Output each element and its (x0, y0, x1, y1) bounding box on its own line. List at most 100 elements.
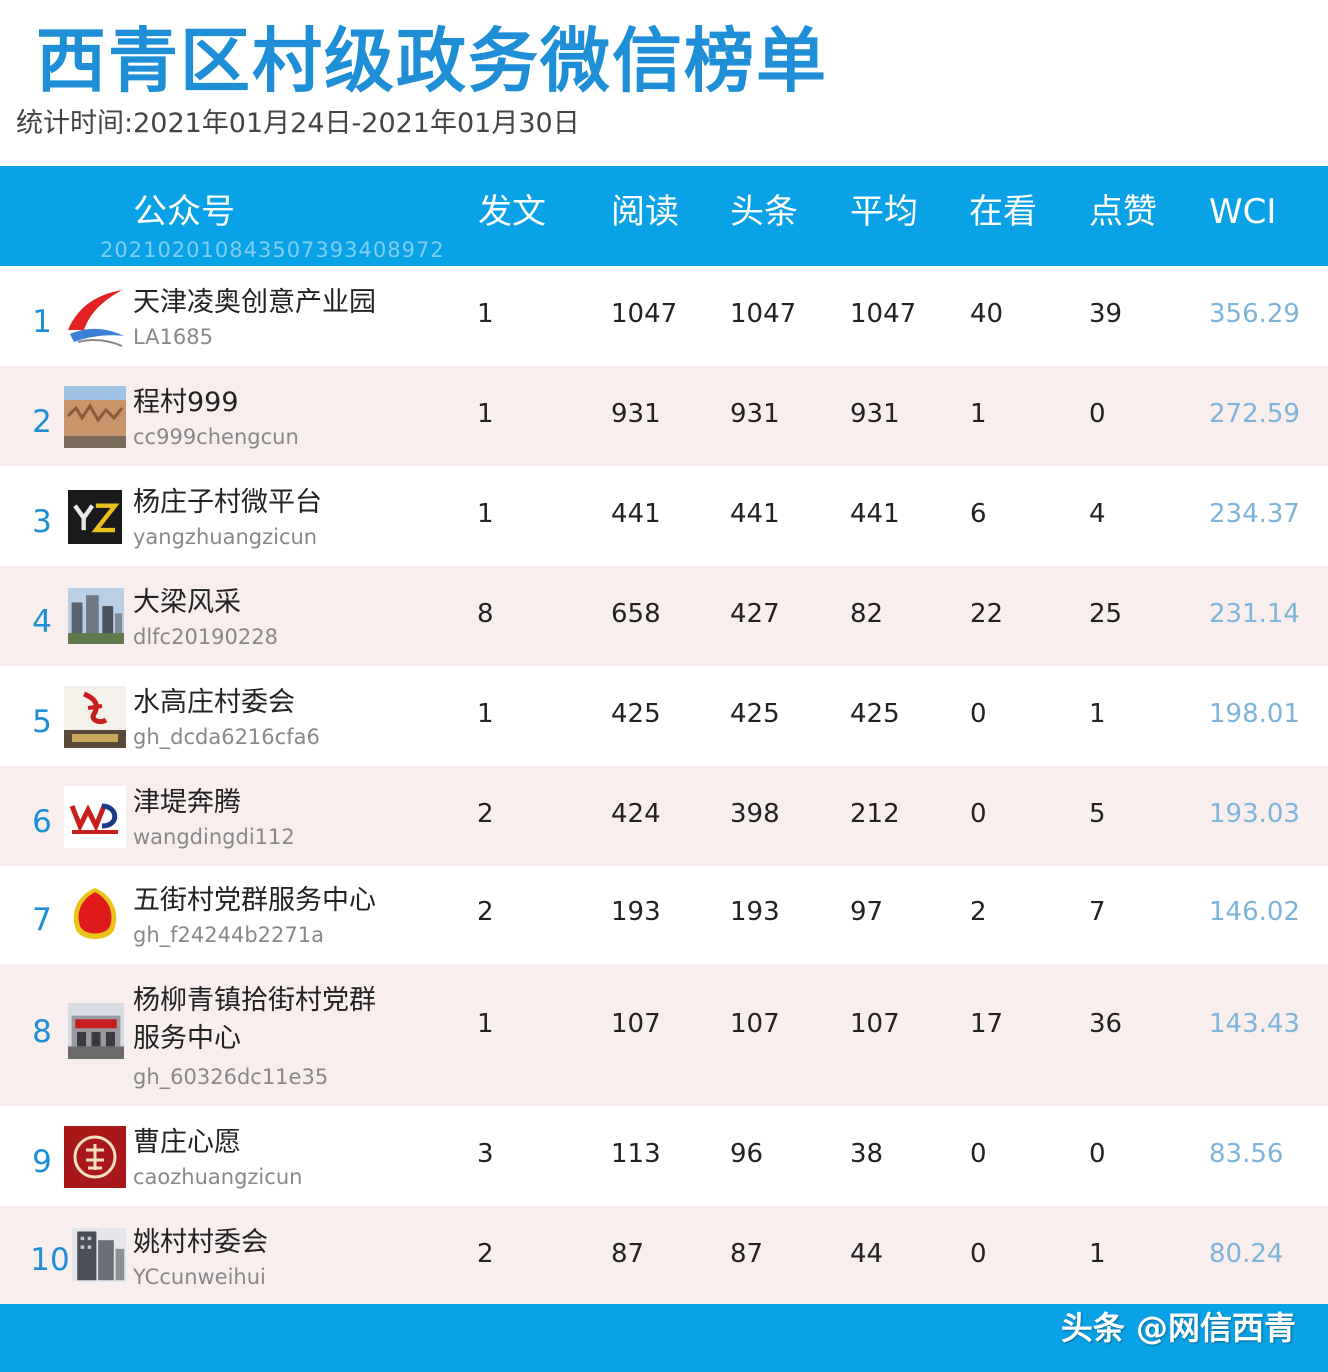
account-name: 程村999 (133, 387, 239, 418)
swoosh-logo-icon (64, 286, 126, 348)
wci-value: 356.29 (1209, 299, 1300, 329)
table-row[interactable]: 5 水高庄村委会 gh_dcda6216cfa6 1 425 425 425 0… (0, 666, 1328, 766)
storefront-photo-icon (68, 1002, 124, 1060)
likes-value: 7 (1089, 897, 1106, 927)
watching-value: 0 (970, 1139, 987, 1169)
account-name: 大梁风采 (133, 587, 241, 618)
watching-value: 22 (970, 599, 1004, 629)
page-title: 西青区村级政务微信榜单 (36, 20, 828, 102)
watching-value: 0 (970, 1239, 987, 1269)
table-row[interactable]: 3 杨庄子村微平台 yangzhuangzicun 1 441 441 441 … (0, 466, 1328, 566)
average-value: 212 (850, 799, 900, 829)
wdd-logo-icon (64, 786, 126, 848)
header-account: 公众号 (133, 192, 235, 232)
likes-value: 39 (1089, 299, 1123, 329)
posts-value: 1 (477, 499, 494, 529)
account-name: 天津凌奥创意产业园 (133, 287, 376, 318)
posts-value: 2 (477, 1239, 494, 1269)
red-emblem-icon (64, 884, 126, 946)
rank: 6 (32, 804, 52, 840)
headline-value: 931 (730, 399, 780, 429)
table-row[interactable]: 8 杨柳青镇拾街村党群 服务中心 gh_60326dc11e35 1 107 1… (0, 964, 1328, 1106)
headline-value: 425 (730, 699, 780, 729)
header-posts: 发文 (478, 192, 546, 232)
headline-value: 1047 (730, 299, 797, 329)
reads-value: 441 (611, 499, 661, 529)
reads-value: 424 (611, 799, 661, 829)
account-id: cc999chengcun (133, 425, 299, 449)
header-id: 20210201084350739340897​2 (100, 238, 445, 262)
account-id: gh_f24244b2271a (133, 923, 324, 947)
account-name-line2: 服务中心 (133, 1023, 241, 1054)
watching-value: 0 (970, 699, 987, 729)
posts-value: 3 (477, 1139, 494, 1169)
rank: 8 (32, 1014, 52, 1050)
average-value: 82 (850, 599, 884, 629)
posts-value: 1 (477, 1009, 494, 1039)
rank: 9 (32, 1144, 52, 1180)
posts-value: 1 (477, 399, 494, 429)
watching-value: 6 (970, 499, 987, 529)
rank: 5 (32, 704, 52, 740)
likes-value: 5 (1089, 799, 1106, 829)
account-name: 杨柳青镇拾街村党群 (133, 985, 376, 1016)
table-header: 公众号 20210201084350739340897​2 发文 阅读 头条 平… (0, 166, 1328, 266)
rank: 3 (32, 504, 52, 540)
wci-value: 80.24 (1209, 1239, 1284, 1269)
rank: 2 (32, 404, 52, 440)
wci-value: 83.56 (1209, 1139, 1284, 1169)
account-id: dlfc20190228 (133, 625, 278, 649)
watching-value: 17 (970, 1009, 1004, 1039)
watching-value: 1 (970, 399, 987, 429)
table-row[interactable]: 4 大梁风采 dlfc20190228 8 658 427 82 22 25 2… (0, 566, 1328, 666)
yz-logo-icon (68, 490, 122, 544)
account-id: gh_dcda6216cfa6 (133, 725, 320, 749)
reads-value: 425 (611, 699, 661, 729)
average-value: 931 (850, 399, 900, 429)
account-name: 曹庄心愿 (133, 1127, 241, 1158)
account-name: 姚村村委会 (133, 1227, 268, 1258)
average-value: 107 (850, 1009, 900, 1039)
wci-value: 231.14 (1209, 599, 1300, 629)
wci-value: 198.01 (1209, 699, 1300, 729)
table-row[interactable]: 9 曹庄心愿 caozhuangzicun 3 113 96 38 0 0 83… (0, 1106, 1328, 1206)
posts-value: 8 (477, 599, 494, 629)
table-row[interactable]: 2 程村999 cc999chengcun 1 931 931 931 1 0 … (0, 366, 1328, 466)
average-value: 97 (850, 897, 884, 927)
average-value: 38 (850, 1139, 884, 1169)
seal-logo-icon (64, 1126, 126, 1188)
table-row[interactable]: 7 五街村党群服务中心 gh_f24244b2271a 2 193 193 97… (0, 866, 1328, 964)
reads-value: 931 (611, 399, 661, 429)
header-likes: 点赞 (1089, 192, 1157, 232)
average-value: 44 (850, 1239, 884, 1269)
wci-value: 234.37 (1209, 499, 1300, 529)
account-name: 水高庄村委会 (133, 687, 295, 718)
statistics-period: 统计时间:2021年01月24日-2021年01月30日 (16, 108, 580, 139)
mural-photo-icon (64, 386, 126, 448)
likes-value: 0 (1089, 399, 1106, 429)
wci-value: 143.43 (1209, 1009, 1300, 1039)
header-watching: 在看 (969, 192, 1037, 232)
table-row[interactable]: 10 姚村村委会 YCcunweihui 2 87 87 44 0 1 80.2… (0, 1206, 1328, 1304)
posts-value: 2 (477, 897, 494, 927)
rank: 7 (32, 902, 52, 938)
wci-value: 272.59 (1209, 399, 1300, 429)
account-id: caozhuangzicun (133, 1165, 303, 1189)
account-id: wangdingdi112 (133, 825, 295, 849)
table-row[interactable]: 6 津堤奔腾 wangdingdi112 2 424 398 212 0 5 1… (0, 766, 1328, 866)
average-value: 441 (850, 499, 900, 529)
headline-value: 441 (730, 499, 780, 529)
account-id: yangzhuangzicun (133, 525, 318, 549)
headline-value: 193 (730, 897, 780, 927)
buildings-photo-icon (68, 588, 124, 644)
posts-value: 1 (477, 299, 494, 329)
header-average: 平均 (850, 192, 918, 232)
headline-value: 87 (730, 1239, 764, 1269)
table-row[interactable]: 1 天津凌奥创意产业园 LA1685 1 1047 1047 1047 40 3… (0, 266, 1328, 366)
headline-value: 398 (730, 799, 780, 829)
account-name: 杨庄子村微平台 (133, 487, 322, 518)
wci-value: 193.03 (1209, 799, 1300, 829)
tower-photo-icon (72, 1228, 126, 1282)
average-value: 425 (850, 699, 900, 729)
watching-value: 2 (970, 897, 987, 927)
